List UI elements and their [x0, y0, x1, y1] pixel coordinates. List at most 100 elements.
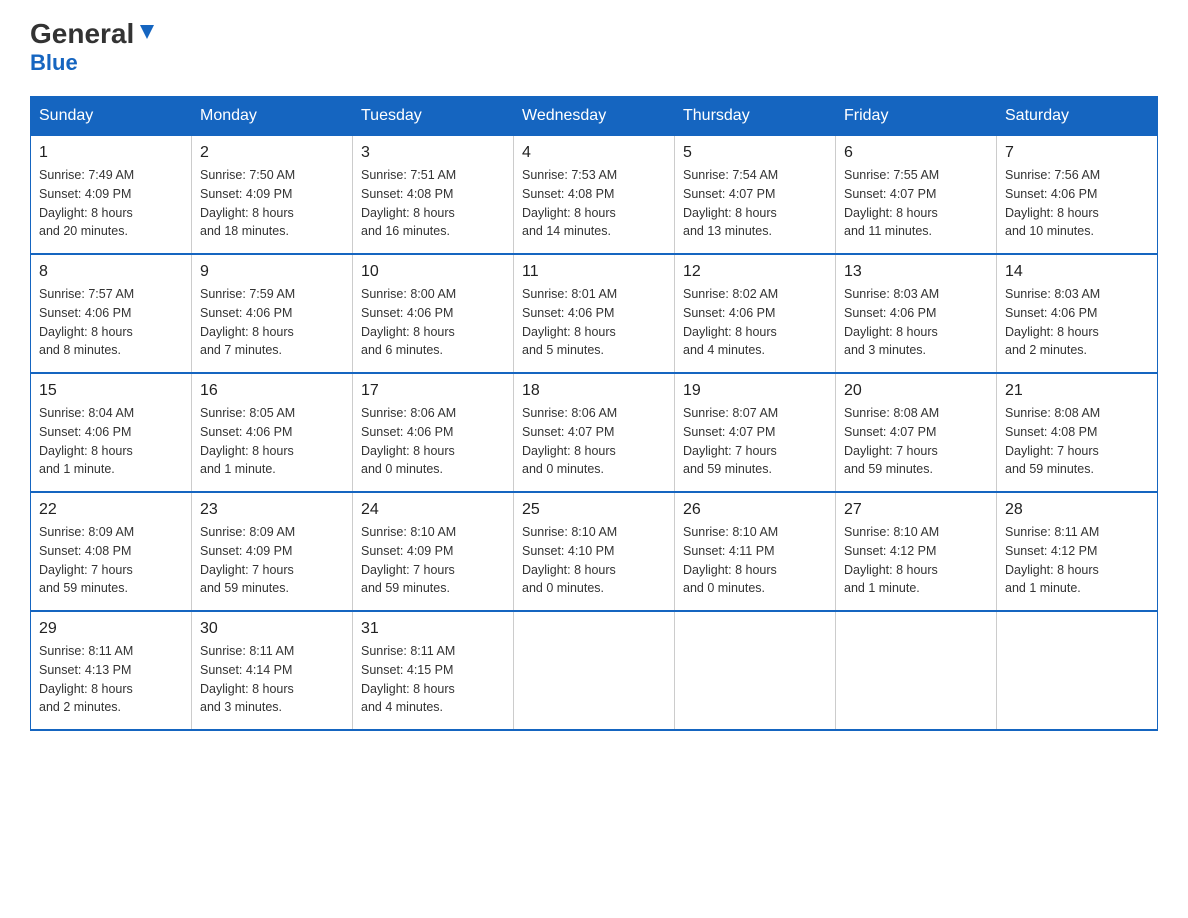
day-info: Sunrise: 8:09 AMSunset: 4:09 PMDaylight:…	[200, 523, 344, 598]
day-info: Sunrise: 7:59 AMSunset: 4:06 PMDaylight:…	[200, 285, 344, 360]
day-cell: 16 Sunrise: 8:05 AMSunset: 4:06 PMDayligh…	[192, 373, 353, 492]
day-cell: 2Sunrise: 7:50 AMSunset: 4:09 PMDaylight…	[192, 136, 353, 255]
day-info: Sunrise: 8:03 AMSunset: 4:06 PMDaylight:…	[844, 285, 988, 360]
day-number: 12	[683, 263, 827, 281]
day-cell: 12 Sunrise: 8:02 AMSunset: 4:06 PMDayligh…	[675, 254, 836, 373]
day-cell: 13 Sunrise: 8:03 AMSunset: 4:06 PMDayligh…	[836, 254, 997, 373]
day-cell: 21 Sunrise: 8:08 AMSunset: 4:08 PMDayligh…	[997, 373, 1158, 492]
day-cell: 22 Sunrise: 8:09 AMSunset: 4:08 PMDayligh…	[31, 492, 192, 611]
day-number: 16	[200, 382, 344, 400]
day-info: Sunrise: 8:00 AMSunset: 4:06 PMDaylight:…	[361, 285, 505, 360]
day-info: Sunrise: 8:10 AMSunset: 4:12 PMDaylight:…	[844, 523, 988, 598]
day-number: 31	[361, 620, 505, 638]
day-cell	[514, 611, 675, 730]
header-sunday: Sunday	[31, 97, 192, 136]
day-info: Sunrise: 8:06 AMSunset: 4:06 PMDaylight:…	[361, 404, 505, 479]
day-number: 30	[200, 620, 344, 638]
week-row-3: 15 Sunrise: 8:04 AMSunset: 4:06 PMDayligh…	[31, 373, 1158, 492]
day-info: Sunrise: 8:08 AMSunset: 4:08 PMDaylight:…	[1005, 404, 1149, 479]
day-number: 8	[39, 263, 183, 281]
day-info: Sunrise: 7:50 AMSunset: 4:09 PMDaylight:…	[200, 166, 344, 241]
day-cell: 28 Sunrise: 8:11 AMSunset: 4:12 PMDayligh…	[997, 492, 1158, 611]
header-saturday: Saturday	[997, 97, 1158, 136]
day-cell: 3 Sunrise: 7:51 AMSunset: 4:08 PMDaylight…	[353, 136, 514, 255]
day-number: 20	[844, 382, 988, 400]
day-info: Sunrise: 7:53 AMSunset: 4:08 PMDaylight:…	[522, 166, 666, 241]
day-cell: 25Sunrise: 8:10 AMSunset: 4:10 PMDayligh…	[514, 492, 675, 611]
header-wednesday: Wednesday	[514, 97, 675, 136]
day-cell: 27Sunrise: 8:10 AMSunset: 4:12 PMDayligh…	[836, 492, 997, 611]
day-number: 3	[361, 144, 505, 162]
header-monday: Monday	[192, 97, 353, 136]
calendar-table: SundayMondayTuesdayWednesdayThursdayFrid…	[30, 96, 1158, 731]
day-info: Sunrise: 7:49 AMSunset: 4:09 PMDaylight:…	[39, 166, 183, 241]
day-info: Sunrise: 8:11 AMSunset: 4:15 PMDaylight:…	[361, 642, 505, 717]
day-info: Sunrise: 8:11 AMSunset: 4:13 PMDaylight:…	[39, 642, 183, 717]
day-number: 6	[844, 144, 988, 162]
day-cell: 30 Sunrise: 8:11 AMSunset: 4:14 PMDayligh…	[192, 611, 353, 730]
day-cell: 24 Sunrise: 8:10 AMSunset: 4:09 PMDayligh…	[353, 492, 514, 611]
day-info: Sunrise: 8:03 AMSunset: 4:06 PMDaylight:…	[1005, 285, 1149, 360]
day-info: Sunrise: 8:07 AMSunset: 4:07 PMDaylight:…	[683, 404, 827, 479]
day-number: 22	[39, 501, 183, 519]
day-cell	[675, 611, 836, 730]
day-number: 14	[1005, 263, 1149, 281]
day-cell	[997, 611, 1158, 730]
day-number: 11	[522, 263, 666, 281]
day-number: 21	[1005, 382, 1149, 400]
day-number: 19	[683, 382, 827, 400]
week-row-4: 22 Sunrise: 8:09 AMSunset: 4:08 PMDayligh…	[31, 492, 1158, 611]
day-cell: 19 Sunrise: 8:07 AMSunset: 4:07 PMDayligh…	[675, 373, 836, 492]
day-cell: 14 Sunrise: 8:03 AMSunset: 4:06 PMDayligh…	[997, 254, 1158, 373]
day-info: Sunrise: 8:01 AMSunset: 4:06 PMDaylight:…	[522, 285, 666, 360]
day-number: 29	[39, 620, 183, 638]
day-cell: 26 Sunrise: 8:10 AMSunset: 4:11 PMDayligh…	[675, 492, 836, 611]
day-number: 28	[1005, 501, 1149, 519]
day-number: 7	[1005, 144, 1149, 162]
day-info: Sunrise: 8:05 AMSunset: 4:06 PMDaylight:…	[200, 404, 344, 479]
day-info: Sunrise: 8:02 AMSunset: 4:06 PMDaylight:…	[683, 285, 827, 360]
day-info: Sunrise: 7:51 AMSunset: 4:08 PMDaylight:…	[361, 166, 505, 241]
day-info: Sunrise: 7:56 AMSunset: 4:06 PMDaylight:…	[1005, 166, 1149, 241]
day-number: 18	[522, 382, 666, 400]
logo-general-text: General	[30, 20, 134, 48]
day-number: 15	[39, 382, 183, 400]
day-info: Sunrise: 7:57 AMSunset: 4:06 PMDaylight:…	[39, 285, 183, 360]
day-info: Sunrise: 8:10 AMSunset: 4:11 PMDaylight:…	[683, 523, 827, 598]
day-number: 26	[683, 501, 827, 519]
day-info: Sunrise: 8:04 AMSunset: 4:06 PMDaylight:…	[39, 404, 183, 479]
day-number: 13	[844, 263, 988, 281]
page-header: General Blue	[30, 20, 1158, 76]
calendar-header-row: SundayMondayTuesdayWednesdayThursdayFrid…	[31, 97, 1158, 136]
day-info: Sunrise: 8:09 AMSunset: 4:08 PMDaylight:…	[39, 523, 183, 598]
day-cell: 17 Sunrise: 8:06 AMSunset: 4:06 PMDayligh…	[353, 373, 514, 492]
day-cell: 4Sunrise: 7:53 AMSunset: 4:08 PMDaylight…	[514, 136, 675, 255]
day-cell: 7 Sunrise: 7:56 AMSunset: 4:06 PMDaylight…	[997, 136, 1158, 255]
day-cell: 18 Sunrise: 8:06 AMSunset: 4:07 PMDayligh…	[514, 373, 675, 492]
day-cell: 20 Sunrise: 8:08 AMSunset: 4:07 PMDayligh…	[836, 373, 997, 492]
day-number: 9	[200, 263, 344, 281]
day-cell: 31 Sunrise: 8:11 AMSunset: 4:15 PMDayligh…	[353, 611, 514, 730]
week-row-2: 8 Sunrise: 7:57 AMSunset: 4:06 PMDaylight…	[31, 254, 1158, 373]
day-number: 17	[361, 382, 505, 400]
week-row-1: 1Sunrise: 7:49 AMSunset: 4:09 PMDaylight…	[31, 136, 1158, 255]
day-cell: 8 Sunrise: 7:57 AMSunset: 4:06 PMDaylight…	[31, 254, 192, 373]
day-number: 10	[361, 263, 505, 281]
day-cell: 9 Sunrise: 7:59 AMSunset: 4:06 PMDaylight…	[192, 254, 353, 373]
logo: General Blue	[30, 20, 158, 76]
day-info: Sunrise: 8:06 AMSunset: 4:07 PMDaylight:…	[522, 404, 666, 479]
day-info: Sunrise: 8:08 AMSunset: 4:07 PMDaylight:…	[844, 404, 988, 479]
day-number: 23	[200, 501, 344, 519]
day-number: 5	[683, 144, 827, 162]
day-info: Sunrise: 7:55 AMSunset: 4:07 PMDaylight:…	[844, 166, 988, 241]
day-number: 25	[522, 501, 666, 519]
logo-triangle-icon	[136, 21, 158, 43]
header-tuesday: Tuesday	[353, 97, 514, 136]
day-cell	[836, 611, 997, 730]
day-cell: 23 Sunrise: 8:09 AMSunset: 4:09 PMDayligh…	[192, 492, 353, 611]
day-info: Sunrise: 8:11 AMSunset: 4:14 PMDaylight:…	[200, 642, 344, 717]
day-number: 24	[361, 501, 505, 519]
day-info: Sunrise: 8:10 AMSunset: 4:09 PMDaylight:…	[361, 523, 505, 598]
logo-blue-text: Blue	[30, 50, 78, 76]
day-info: Sunrise: 8:11 AMSunset: 4:12 PMDaylight:…	[1005, 523, 1149, 598]
